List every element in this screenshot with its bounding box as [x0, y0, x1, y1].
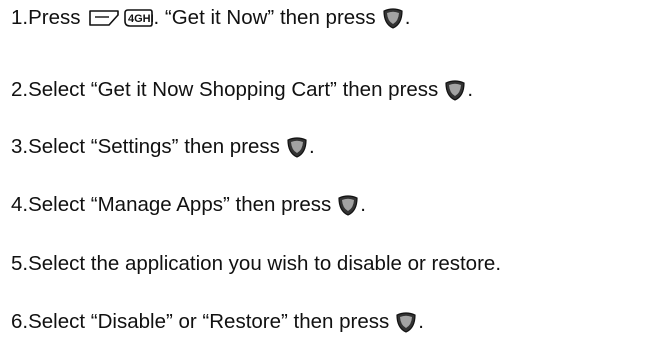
ok-key-icon	[396, 312, 416, 333]
step-2: 2. Select “Get it Now Shopping Cart” the…	[11, 78, 473, 102]
step-text: Select “Manage Apps” then press	[28, 193, 332, 216]
step-3: 3. Select “Settings” then press .	[11, 135, 315, 159]
step-end: .	[308, 135, 315, 158]
step-number: 6.	[11, 310, 29, 333]
step-number: 3.	[11, 135, 29, 158]
step-text: . “Get it Now” then press	[153, 6, 376, 29]
step-end: .	[467, 78, 474, 101]
step-end: .	[418, 310, 424, 333]
step-number: 5.	[11, 252, 29, 275]
svg-text:4GHI: 4GHI	[128, 13, 154, 25]
step-5: 5. Select the application you wish to di…	[11, 252, 501, 276]
step-number: 2.	[11, 78, 29, 101]
step-text: Select the application you wish to disab…	[28, 252, 502, 275]
menu-key-icon	[88, 10, 119, 26]
step-6: 6. Select “Disable” or “Restore” then pr…	[11, 310, 424, 334]
step-number: 4.	[11, 193, 29, 216]
step-1: 1. Press 4GHI . “Get it Now” then press …	[11, 6, 410, 30]
step-end: .	[360, 193, 366, 216]
step-4: 4. Select “Manage Apps” then press .	[11, 193, 366, 217]
step-text: Select “Disable” or “Restore” then press	[28, 310, 390, 333]
ok-key-icon	[287, 137, 307, 158]
instruction-list: 1. Press 4GHI . “Get it Now” then press …	[0, 0, 655, 348]
step-text: Select “Settings” then press	[28, 135, 280, 158]
step-end: .	[404, 6, 411, 29]
step-text: Select “Get it Now Shopping Cart” then p…	[28, 78, 439, 101]
ok-key-icon	[383, 8, 403, 29]
ok-key-icon	[445, 80, 465, 101]
step-number: 1.	[11, 6, 29, 29]
step-text: Press	[28, 6, 81, 29]
ok-key-icon	[338, 195, 358, 216]
key-4-icon: 4GHI	[123, 9, 154, 27]
